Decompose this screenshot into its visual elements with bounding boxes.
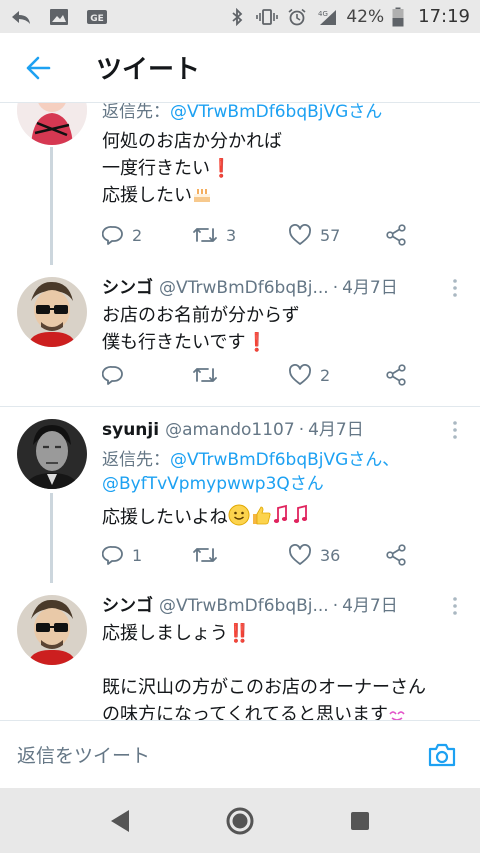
- user-handle[interactable]: @VTrwBmDf6bqBj...: [159, 594, 329, 618]
- nav-home-button[interactable]: [220, 801, 260, 841]
- tweet-date[interactable]: 4月7日: [342, 276, 398, 300]
- tweet-item[interactable]: シンゴ @VTrwBmDf6bqBj... · 4月7日 応援しましょう‼️ 既…: [0, 583, 480, 720]
- tweet-text: 既に沢山の方がこのお店のオーナーさん の味方になってくれてると思います: [102, 674, 466, 720]
- tweet-date[interactable]: 4月7日: [342, 594, 398, 618]
- smiling-eyes-emoji: [389, 711, 405, 720]
- thread-line: [50, 147, 53, 265]
- reply-input[interactable]: 返信をツイート: [17, 741, 422, 768]
- like-button[interactable]: 57: [288, 224, 340, 246]
- reply-button[interactable]: 1: [102, 544, 142, 566]
- mention-link[interactable]: @ByfTvVpmypwwp3Qさん: [102, 474, 324, 494]
- battery-icon: [392, 7, 404, 26]
- reply-to-line: 返信先：@VTrwBmDf6bqBjVGさん: [102, 103, 383, 122]
- reply-button[interactable]: [102, 364, 132, 386]
- battery-percentage: 42%: [346, 6, 385, 27]
- camera-icon: [428, 743, 456, 766]
- status-bar: GE 4G 42% 17:19: [0, 0, 480, 33]
- back-button[interactable]: [0, 33, 76, 103]
- clock: 17:19: [418, 6, 470, 27]
- display-name[interactable]: シンゴ: [102, 276, 153, 300]
- reply-button[interactable]: 2: [102, 224, 142, 246]
- top-app-bar: ツイート: [0, 33, 480, 103]
- more-options-icon[interactable]: [450, 418, 460, 442]
- reply-icon: [102, 366, 123, 385]
- display-name[interactable]: シンゴ: [102, 594, 153, 618]
- system-navigation-bar: [0, 788, 480, 853]
- thread-line: [50, 493, 53, 583]
- svg-text:GE: GE: [90, 14, 104, 24]
- tweet-text: 何処のお店か分かれば 一度行きたい❗ 応援したい: [102, 131, 282, 206]
- mention-link[interactable]: @VTrwBmDf6bqBjVGさん、: [170, 450, 399, 470]
- heart-icon: [289, 544, 311, 565]
- signal-4g-icon: 4G: [318, 9, 337, 25]
- alarm-icon: [288, 8, 306, 25]
- share-button[interactable]: [384, 364, 408, 386]
- tweet-text: お店のお名前が分からず 僕も行きたいです❗: [102, 305, 300, 353]
- reply-composer: 返信をツイート: [0, 720, 480, 788]
- nav-back-button[interactable]: [100, 801, 140, 841]
- like-button[interactable]: 36: [288, 544, 340, 566]
- retweet-icon: [193, 228, 217, 242]
- svg-text:4G: 4G: [318, 10, 328, 18]
- display-name[interactable]: syunji: [102, 418, 159, 442]
- share-icon: [386, 364, 406, 386]
- page-title: ツイート: [96, 55, 201, 85]
- more-options-icon[interactable]: [450, 594, 460, 618]
- share-button[interactable]: [384, 224, 408, 246]
- reply-icon: [102, 226, 123, 245]
- tweet-item[interactable]: syunji @amando1107 · 4月7日 返信先：@VTrwBmDf6…: [0, 407, 480, 583]
- gmail-notification-icon: GE: [87, 9, 107, 24]
- tweet-text: 応援したいよね: [102, 504, 466, 531]
- retweet-icon: [193, 548, 217, 562]
- tweet-text: 応援しましょう‼️: [102, 623, 251, 644]
- heart-icon: [289, 224, 311, 245]
- smiley-emoji: [228, 504, 250, 526]
- retweet-icon: [193, 368, 217, 382]
- avatar[interactable]: [17, 419, 87, 489]
- image-notification-icon: [50, 8, 68, 25]
- reply-to-line: 返信先：@VTrwBmDf6bqBjVGさん、 @ByfTvVpmypwwp3Q…: [102, 450, 400, 494]
- music-notes-emoji: [273, 504, 307, 523]
- like-button[interactable]: 2: [288, 364, 330, 386]
- share-button[interactable]: [384, 544, 408, 566]
- bluetooth-icon: [232, 7, 243, 26]
- tweet-item[interactable]: シンゴ @VTrwBmDf6bqBj... · 4月7日 お店のお名前が分からず…: [0, 265, 480, 406]
- nav-recents-button[interactable]: [340, 801, 380, 841]
- triangle-back-icon: [111, 809, 129, 832]
- tweet-thread[interactable]: 返信先：@VTrwBmDf6bqBjVGさん 何処のお店か分かれば 一度行きたい…: [0, 103, 480, 720]
- tweet-item[interactable]: 返信先：@VTrwBmDf6bqBjVGさん 何処のお店か分かれば 一度行きたい…: [0, 103, 480, 265]
- square-recents-icon: [351, 811, 369, 830]
- retweet-button[interactable]: 3: [192, 224, 236, 246]
- mention-link[interactable]: @VTrwBmDf6bqBjVGさん: [170, 103, 382, 122]
- retweet-button[interactable]: [192, 544, 226, 566]
- back-arrow-notification-icon: [12, 10, 30, 24]
- vibrate-icon: [256, 8, 279, 25]
- tweet-actions: 2: [102, 360, 422, 390]
- tweet-actions: 2 3 57: [102, 220, 422, 250]
- cake-emoji: [194, 189, 210, 202]
- arrow-left-icon: [26, 56, 51, 79]
- circle-home-icon: [226, 807, 254, 834]
- user-handle[interactable]: @VTrwBmDf6bqBj...: [159, 276, 329, 300]
- thumbs-up-emoji: [252, 506, 271, 525]
- tweet-actions: 1 36: [102, 540, 422, 570]
- share-icon: [386, 544, 406, 566]
- user-handle[interactable]: @amando1107: [165, 418, 295, 442]
- reply-icon: [102, 546, 123, 565]
- retweet-button[interactable]: [192, 364, 226, 386]
- tweet-date[interactable]: 4月7日: [308, 418, 364, 442]
- more-options-icon[interactable]: [450, 276, 460, 300]
- avatar[interactable]: [17, 277, 87, 347]
- camera-button[interactable]: [422, 735, 462, 775]
- avatar[interactable]: [17, 103, 87, 145]
- avatar[interactable]: [17, 595, 87, 665]
- heart-icon: [289, 364, 311, 385]
- share-icon: [386, 224, 406, 246]
